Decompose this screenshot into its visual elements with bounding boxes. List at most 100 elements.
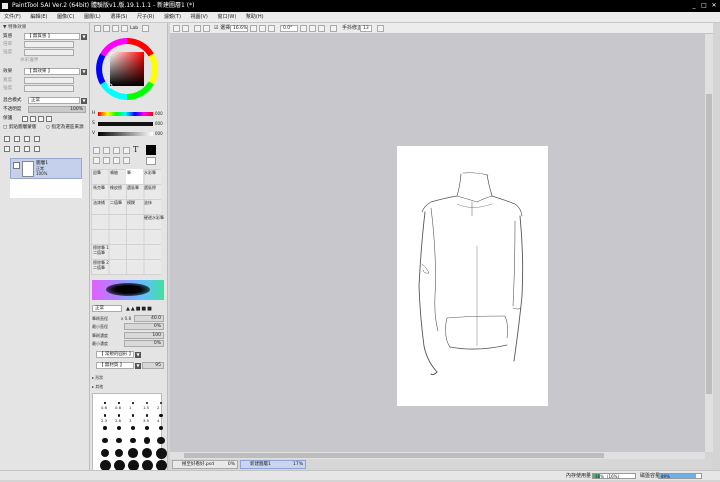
lock-move-icon[interactable]: [46, 116, 52, 122]
brush-size-preset-10[interactable]: [102, 437, 108, 444]
new-set-icon[interactable]: [14, 136, 20, 142]
clear-layer-icon[interactable]: [14, 146, 20, 152]
rotate-reset-icon[interactable]: [318, 25, 325, 32]
menu-view[interactable]: 視圖(V): [187, 12, 212, 23]
brush-size-preset-20[interactable]: [157, 436, 165, 445]
angle-field[interactable]: 0.0°: [280, 25, 298, 32]
chevron-down-icon[interactable]: ▼: [81, 34, 87, 40]
brush-size-preset-2.6[interactable]: [117, 414, 121, 417]
undo-icon[interactable]: [173, 25, 180, 32]
brush-size-preset-50[interactable]: [155, 447, 167, 459]
invert-selection-icon[interactable]: [203, 25, 210, 32]
color-wheel[interactable]: [94, 35, 160, 103]
canvas-viewport[interactable]: [170, 34, 705, 452]
brush-size-preset-3[interactable]: [131, 414, 135, 417]
brush-size-preset-35[interactable]: [128, 448, 138, 458]
merge-down-icon[interactable]: [4, 146, 10, 152]
layer-mask-icon[interactable]: [34, 146, 40, 152]
flip-horizontal-icon[interactable]: [330, 25, 337, 32]
width-field[interactable]: [24, 77, 74, 84]
chevron-down-icon[interactable]: ▼: [135, 363, 141, 369]
tool-select-pen[interactable]: 選區筆: [127, 185, 139, 191]
select-checkbox[interactable]: ☑ 選擇: [214, 23, 230, 34]
chevron-down-icon[interactable]: ▼: [135, 352, 141, 358]
menu-filter[interactable]: 濾鏡(T): [160, 12, 185, 23]
s-value[interactable]: 000: [155, 121, 163, 126]
watercolor-edge-checkbox[interactable]: 水彩邊界: [20, 57, 38, 65]
document-tab-2[interactable]: 新建圖層1 17%: [240, 460, 306, 469]
horizontal-scrollbar[interactable]: [170, 452, 705, 459]
apply-mask-icon[interactable]: [24, 146, 30, 152]
shape-section-toggle[interactable]: ▸ 形狀: [92, 375, 103, 381]
tool-binary-pen[interactable]: 二值筆: [110, 200, 122, 206]
brush-size-preset-8[interactable]: [144, 425, 150, 431]
brush-size-preset-14[interactable]: [130, 437, 136, 444]
brush-size-preset-2.3[interactable]: [103, 414, 107, 417]
density-slider[interactable]: 100: [124, 332, 164, 339]
redo-icon[interactable]: [182, 25, 189, 32]
tool-slot-1-sub[interactable]: 二值筆: [93, 250, 105, 256]
menu-select[interactable]: 選擇(S): [106, 12, 131, 23]
texture-select[interactable]: 【 無材質 】: [96, 362, 134, 369]
vertical-scrollbar[interactable]: [705, 34, 713, 452]
extra-section-toggle[interactable]: ▸ 其他: [92, 384, 103, 390]
menu-layer[interactable]: 圖層(L): [80, 12, 105, 23]
zoom-out-icon[interactable]: [250, 25, 257, 32]
tool-hard-watercolor[interactable]: 硬邊水彩筆: [144, 215, 164, 221]
strength-field[interactable]: [24, 49, 74, 56]
tool-eraser[interactable]: 橡皮擦: [110, 185, 122, 191]
brush-blend-select[interactable]: 正常: [92, 305, 122, 312]
menu-image[interactable]: 圖像(C): [53, 12, 78, 23]
deselect-icon[interactable]: [194, 25, 201, 32]
text-tool-icon[interactable]: T: [133, 145, 138, 154]
opacity-slider[interactable]: 100%: [28, 106, 86, 113]
min-density-slider[interactable]: 0%: [124, 340, 164, 347]
tool-blur[interactable]: 模糊: [127, 200, 135, 206]
brush-size-preset-30[interactable]: [114, 448, 124, 458]
tool-brush[interactable]: 筆: [127, 170, 131, 176]
effect-select[interactable]: 【 無效果 】: [24, 68, 80, 75]
brush-size-preset-0.8[interactable]: [118, 402, 120, 404]
size-multiplier[interactable]: x 0.8: [121, 316, 131, 321]
swatches-tab-icon[interactable]: [121, 25, 128, 32]
magic-wand-icon[interactable]: [113, 147, 120, 154]
brush-size-preset-2[interactable]: [159, 401, 163, 405]
brush-shape-icons[interactable]: ▲▲■■■: [126, 306, 153, 312]
eyedropper-icon[interactable]: [123, 147, 130, 154]
hsv-slider-tab-icon[interactable]: [112, 25, 119, 32]
brush-size-preset-16[interactable]: [143, 437, 151, 444]
brush-size-preset-6[interactable]: [117, 426, 121, 430]
ruler-icon[interactable]: [377, 25, 384, 32]
horizontal-scroll-thumb[interactable]: [184, 453, 604, 458]
brush-size-preset-7[interactable]: [130, 425, 136, 431]
brush-size-preset-40[interactable]: [141, 447, 153, 459]
tool-select-eraser[interactable]: 選區擦: [144, 185, 156, 191]
zoom-in-icon[interactable]: [259, 25, 266, 32]
tool-marker[interactable]: 馬克筆: [93, 185, 105, 191]
chevron-down-icon[interactable]: ▼: [81, 98, 87, 104]
zoom-icon[interactable]: [103, 157, 110, 164]
tool-airbrush[interactable]: 噴槍: [110, 170, 118, 176]
menu-edit[interactable]: 編輯(E): [26, 12, 51, 23]
blend-mode-select[interactable]: 正常: [28, 97, 80, 104]
paper-select[interactable]: 【 無質感 】: [24, 33, 80, 40]
visibility-eye-icon[interactable]: [13, 162, 20, 169]
chevron-down-icon[interactable]: ▼: [81, 69, 87, 75]
menu-help[interactable]: 幫助(H): [242, 12, 268, 23]
close-button[interactable]: ✕: [710, 2, 718, 10]
document-tab-1[interactable]: 極至好看好.psd 0%: [172, 460, 238, 469]
brush-size-preset-5[interactable]: [103, 426, 107, 430]
tool-bucket[interactable]: 油漆桶: [93, 200, 105, 206]
new-layer-icon[interactable]: [4, 136, 10, 142]
brush-size-preset-1.5[interactable]: [146, 402, 148, 404]
brush-size-preset-4[interactable]: [159, 413, 163, 418]
tool-watercolor[interactable]: 水彩筆: [144, 170, 156, 176]
h-slider[interactable]: [98, 112, 153, 116]
move-icon[interactable]: [93, 157, 100, 164]
brush-size-preset-12[interactable]: [116, 437, 122, 444]
texture-strength[interactable]: 95: [142, 362, 164, 369]
tool-smudge[interactable]: 塗抹: [144, 200, 152, 206]
clip-mask-checkbox[interactable]: □ 剪貼圖層蒙版: [3, 124, 36, 132]
canvas-paper[interactable]: [397, 146, 548, 406]
scale-field[interactable]: [24, 41, 74, 48]
